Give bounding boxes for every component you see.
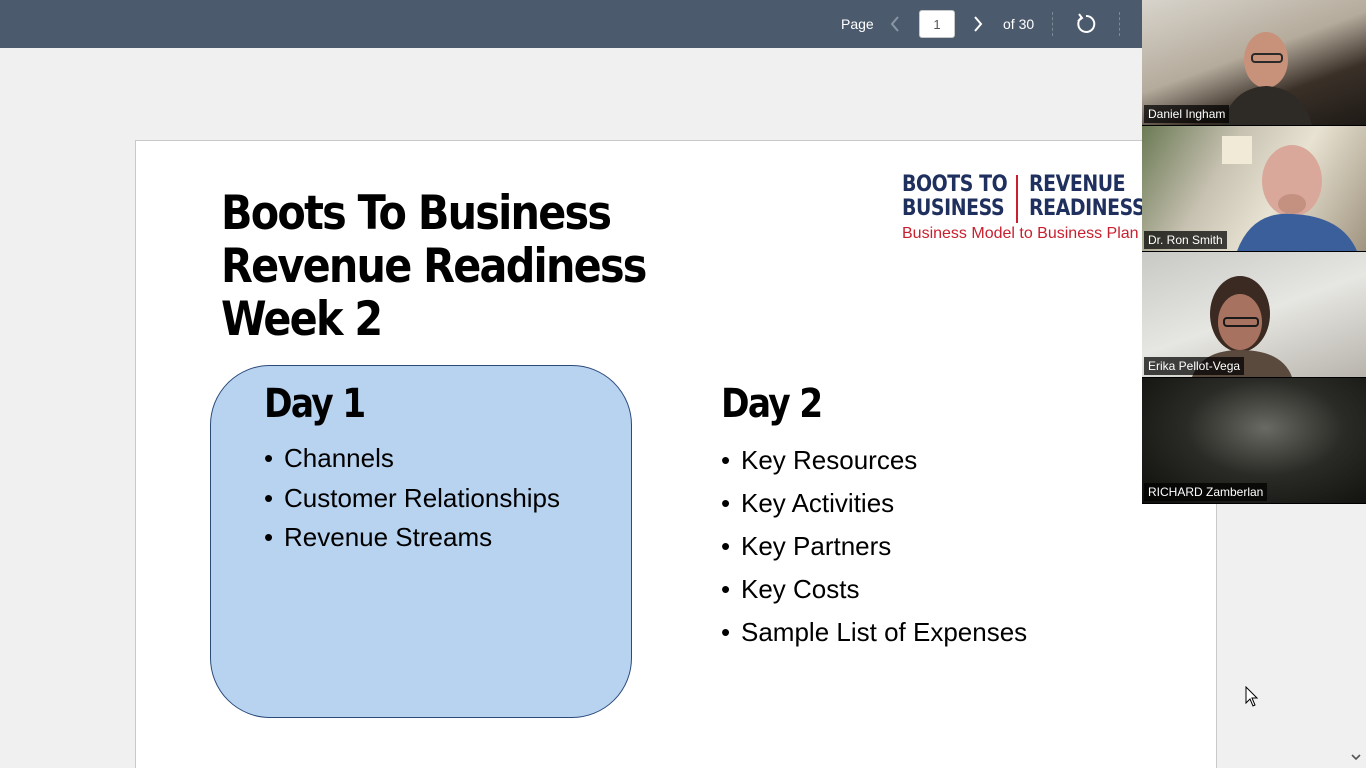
day1-heading: Day 1: [264, 381, 366, 427]
day2-list: Key Resources Key Activities Key Partner…: [721, 439, 1027, 654]
list-item: Channels: [264, 439, 560, 479]
day1-list: Channels Customer Relationships Revenue …: [264, 439, 560, 558]
participant-name: RICHARD Zamberlan: [1144, 483, 1268, 501]
participant-name: Dr. Ron Smith: [1144, 231, 1227, 249]
participant-name: Erika Pellot-Vega: [1144, 357, 1245, 375]
chevron-right-icon: [974, 16, 983, 32]
list-item: Revenue Streams: [264, 518, 560, 558]
rotate-icon: [1077, 13, 1096, 33]
slide-title: Boots To Business Revenue Readiness Week…: [221, 186, 647, 347]
presentation-slide: Boots To Business Revenue Readiness Week…: [135, 140, 1217, 768]
video-tile[interactable]: Erika Pellot-Vega: [1142, 252, 1366, 377]
list-item: Customer Relationships: [264, 479, 560, 519]
logo-divider: [1016, 175, 1018, 223]
list-item: Key Resources: [721, 439, 1027, 482]
title-line: Week 2: [221, 292, 383, 347]
video-tile[interactable]: RICHARD Zamberlan: [1142, 378, 1366, 503]
page-label: Page: [841, 16, 874, 32]
page-total: of 30: [1003, 16, 1035, 32]
list-item: Key Partners: [721, 525, 1027, 568]
list-item: Sample List of Expenses: [721, 611, 1027, 654]
list-item: Key Activities: [721, 482, 1027, 525]
next-page-button[interactable]: [965, 11, 991, 37]
page-number-input[interactable]: [919, 10, 955, 38]
mouse-cursor-icon: [1245, 686, 1259, 707]
chevron-left-icon: [890, 16, 899, 32]
rotate-button[interactable]: [1073, 11, 1099, 37]
logo-subtitle: Business Model to Business Plan: [902, 225, 1139, 242]
previous-page-button[interactable]: [882, 11, 908, 37]
participant-name: Daniel Ingham: [1144, 105, 1230, 123]
toolbar-divider: [1119, 12, 1120, 36]
participant-video-panel: Daniel Ingham Dr. Ron Smith Erika Pellot…: [1142, 0, 1366, 504]
list-item: Key Costs: [721, 568, 1027, 611]
logo-right-text: REVENUE READINESS: [1029, 172, 1146, 221]
boots-to-business-logo: BOOTS TO BUSINESS REVENUE READINESS Busi…: [902, 173, 1162, 245]
toolbar-divider: [1052, 12, 1053, 36]
title-line: Revenue Readiness: [221, 239, 647, 294]
video-tile[interactable]: Daniel Ingham: [1142, 0, 1366, 125]
day2-heading: Day 2: [721, 381, 823, 427]
logo-left-text: BOOTS TO BUSINESS: [902, 172, 1008, 221]
video-tile[interactable]: Dr. Ron Smith: [1142, 126, 1366, 251]
title-line: Boots To Business: [221, 186, 612, 241]
scroll-down-icon[interactable]: [1350, 752, 1362, 762]
